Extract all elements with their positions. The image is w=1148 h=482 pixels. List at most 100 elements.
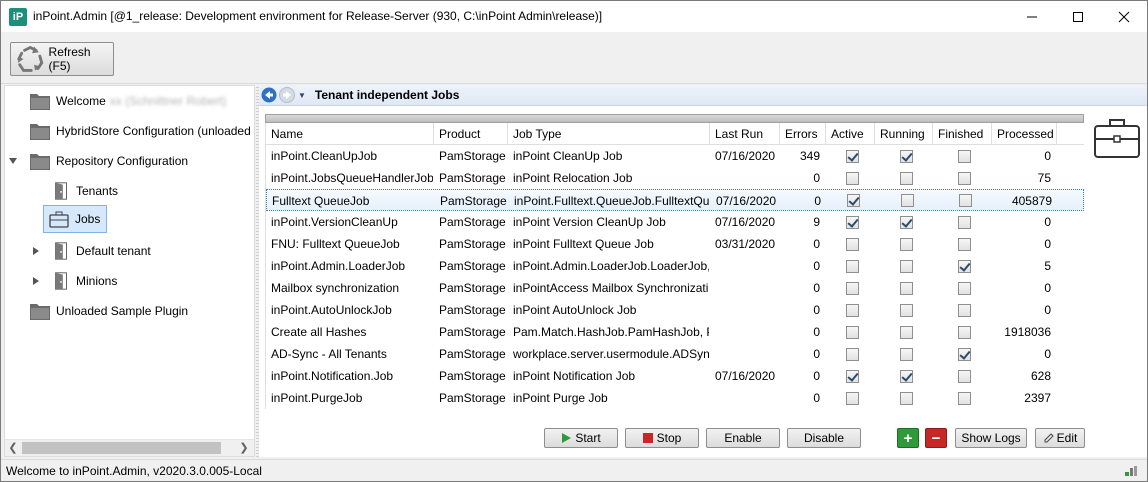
active-checkbox[interactable] (847, 193, 860, 207)
finished-checkbox[interactable] (959, 193, 972, 207)
running-checkbox[interactable] (899, 391, 913, 405)
finished-checkbox[interactable] (958, 259, 971, 273)
active-checkbox[interactable] (846, 149, 859, 163)
scroll-left-icon[interactable]: ❮ (7, 442, 19, 454)
jobs-grid[interactable]: Name Product Job Type Last Run Errors Ac… (265, 123, 1084, 409)
running-checkbox[interactable] (899, 171, 913, 185)
scrollbar-thumb[interactable] (22, 442, 221, 454)
finished-checkbox[interactable] (958, 391, 971, 405)
tree-item-welcome[interactable]: Welcome xx (Schnittner Robert) (27, 89, 230, 113)
enable-button[interactable]: Enable (706, 428, 780, 448)
table-row[interactable]: Fulltext QueueJob PamStorage inPoint.Fullt… (266, 189, 1084, 211)
active-checkbox[interactable] (846, 303, 859, 317)
collapsed-arrow-icon[interactable] (31, 275, 41, 287)
table-row[interactable]: inPoint.Notification.Job PamStorage inPoin… (266, 365, 1084, 387)
resize-grip-icon[interactable] (1123, 465, 1139, 477)
add-button[interactable]: + (897, 428, 919, 448)
maximize-button[interactable] (1055, 1, 1101, 32)
finished-checkbox[interactable] (958, 215, 971, 229)
tree-item-default-tenant[interactable]: Default tenant (31, 239, 154, 263)
running-checkbox[interactable] (899, 325, 913, 339)
column-header-finished[interactable]: Finished (933, 123, 992, 144)
table-row[interactable]: inPoint.Admin.LoaderJob PamStorage inPoint… (266, 255, 1084, 277)
table-row[interactable]: inPoint.AutoUnlockJob PamStorage inPoint A… (266, 299, 1084, 321)
table-row[interactable]: inPoint.JobsQueueHandlerJob PamStorage inP… (266, 167, 1084, 189)
finished-checkbox[interactable] (958, 325, 971, 339)
table-row[interactable]: inPoint.VersionCleanUp PamStorage inPoint … (266, 211, 1084, 233)
cell-running (875, 321, 933, 343)
forward-arrow-icon[interactable] (279, 87, 295, 103)
active-checkbox[interactable] (846, 171, 859, 185)
active-checkbox[interactable] (846, 391, 859, 405)
finished-checkbox[interactable] (958, 303, 971, 317)
running-checkbox[interactable] (899, 347, 913, 361)
navigation-tree[interactable]: Welcome xx (Schnittner Robert) HybridSto… (4, 85, 255, 457)
start-button[interactable]: Start (544, 428, 618, 448)
show-logs-button[interactable]: Show Logs (955, 428, 1027, 448)
running-checkbox[interactable] (899, 237, 913, 251)
running-checkbox[interactable] (899, 281, 913, 295)
table-row[interactable]: AD-Sync - All Tenants PamStorage workplace… (266, 343, 1084, 365)
remove-button[interactable]: − (925, 428, 947, 448)
collapsed-arrow-icon[interactable] (31, 245, 41, 257)
active-checkbox[interactable] (846, 369, 859, 383)
active-checkbox[interactable] (846, 325, 859, 339)
table-row[interactable]: FNU: Fulltext QueueJob PamStorage inPoint … (266, 233, 1084, 255)
cell-errors: 0 (813, 391, 820, 405)
minimize-icon (1027, 16, 1037, 17)
table-row[interactable]: inPoint.CleanUpJob PamStorage inPoint Clea… (266, 145, 1084, 167)
tree-item-tenants[interactable]: Tenants (49, 179, 121, 203)
running-checkbox[interactable] (899, 259, 913, 273)
column-header-last-run[interactable]: Last Run (710, 123, 780, 144)
app-window: iP inPoint.Admin [@1_release: Developmen… (0, 0, 1148, 482)
finished-checkbox[interactable] (958, 347, 971, 361)
running-checkbox[interactable] (899, 215, 913, 229)
running-checkbox[interactable] (900, 193, 914, 207)
cell-running (875, 277, 933, 299)
table-row[interactable]: inPoint.PurgeJob PamStorage inPoint Purge … (266, 387, 1084, 409)
column-header-product[interactable]: Product (434, 123, 508, 144)
finished-checkbox[interactable] (958, 281, 971, 295)
finished-checkbox[interactable] (958, 149, 971, 163)
active-checkbox[interactable] (846, 347, 859, 361)
column-header-active[interactable]: Active (826, 123, 875, 144)
disable-button[interactable]: Disable (787, 428, 861, 448)
column-header-running[interactable]: Running (875, 123, 933, 144)
finished-checkbox[interactable] (958, 237, 971, 251)
tree-item-unloaded-sample-plugin[interactable]: Unloaded Sample Plugin (27, 299, 191, 323)
maximize-icon (1073, 11, 1083, 22)
table-row[interactable]: Mailbox synchronization PamStorage inPoint… (266, 277, 1084, 299)
running-checkbox[interactable] (899, 303, 913, 317)
table-row[interactable]: Create all Hashes PamStorage Pam.Match.Has… (266, 321, 1084, 343)
active-checkbox[interactable] (846, 259, 859, 273)
minimize-button[interactable] (1009, 1, 1055, 32)
history-dropdown-icon[interactable]: ▼ (298, 91, 306, 100)
tree-item-minions[interactable]: Minions (31, 269, 120, 293)
running-checkbox[interactable] (899, 369, 913, 383)
finished-checkbox[interactable] (958, 171, 971, 185)
stop-button[interactable]: Stop (625, 428, 699, 448)
active-checkbox[interactable] (846, 215, 859, 229)
tree-item-hybridstore[interactable]: HybridStore Configuration (unloaded (27, 119, 254, 143)
cell-finished (933, 167, 992, 189)
expanded-arrow-icon[interactable] (7, 155, 19, 167)
tree-horizontal-scrollbar[interactable]: ❮ ❯ (5, 439, 254, 456)
status-text: Welcome to inPoint.Admin, v2020.3.0.005-… (6, 464, 262, 478)
scroll-right-icon[interactable]: ❯ (238, 442, 250, 454)
finished-checkbox[interactable] (958, 369, 971, 383)
active-checkbox[interactable] (846, 237, 859, 251)
tree-item-jobs[interactable]: Jobs (43, 205, 108, 233)
active-checkbox[interactable] (846, 281, 859, 295)
column-header-errors[interactable]: Errors (780, 123, 826, 144)
running-checkbox[interactable] (899, 149, 913, 163)
refresh-button[interactable]: Refresh (F5) (10, 42, 114, 76)
tree-item-repository-configuration[interactable]: Repository Configuration (7, 149, 191, 173)
close-button[interactable] (1101, 1, 1147, 32)
cell-finished (933, 211, 992, 233)
back-arrow-icon[interactable] (261, 87, 277, 103)
edit-button[interactable]: Edit (1035, 428, 1085, 448)
column-header-processed[interactable]: Processed (992, 123, 1057, 144)
column-header-job-type[interactable]: Job Type (508, 123, 710, 144)
cell-job-type: inPoint.Admin.LoaderJob.LoaderJob, (513, 259, 710, 273)
column-header-name[interactable]: Name (266, 123, 434, 144)
